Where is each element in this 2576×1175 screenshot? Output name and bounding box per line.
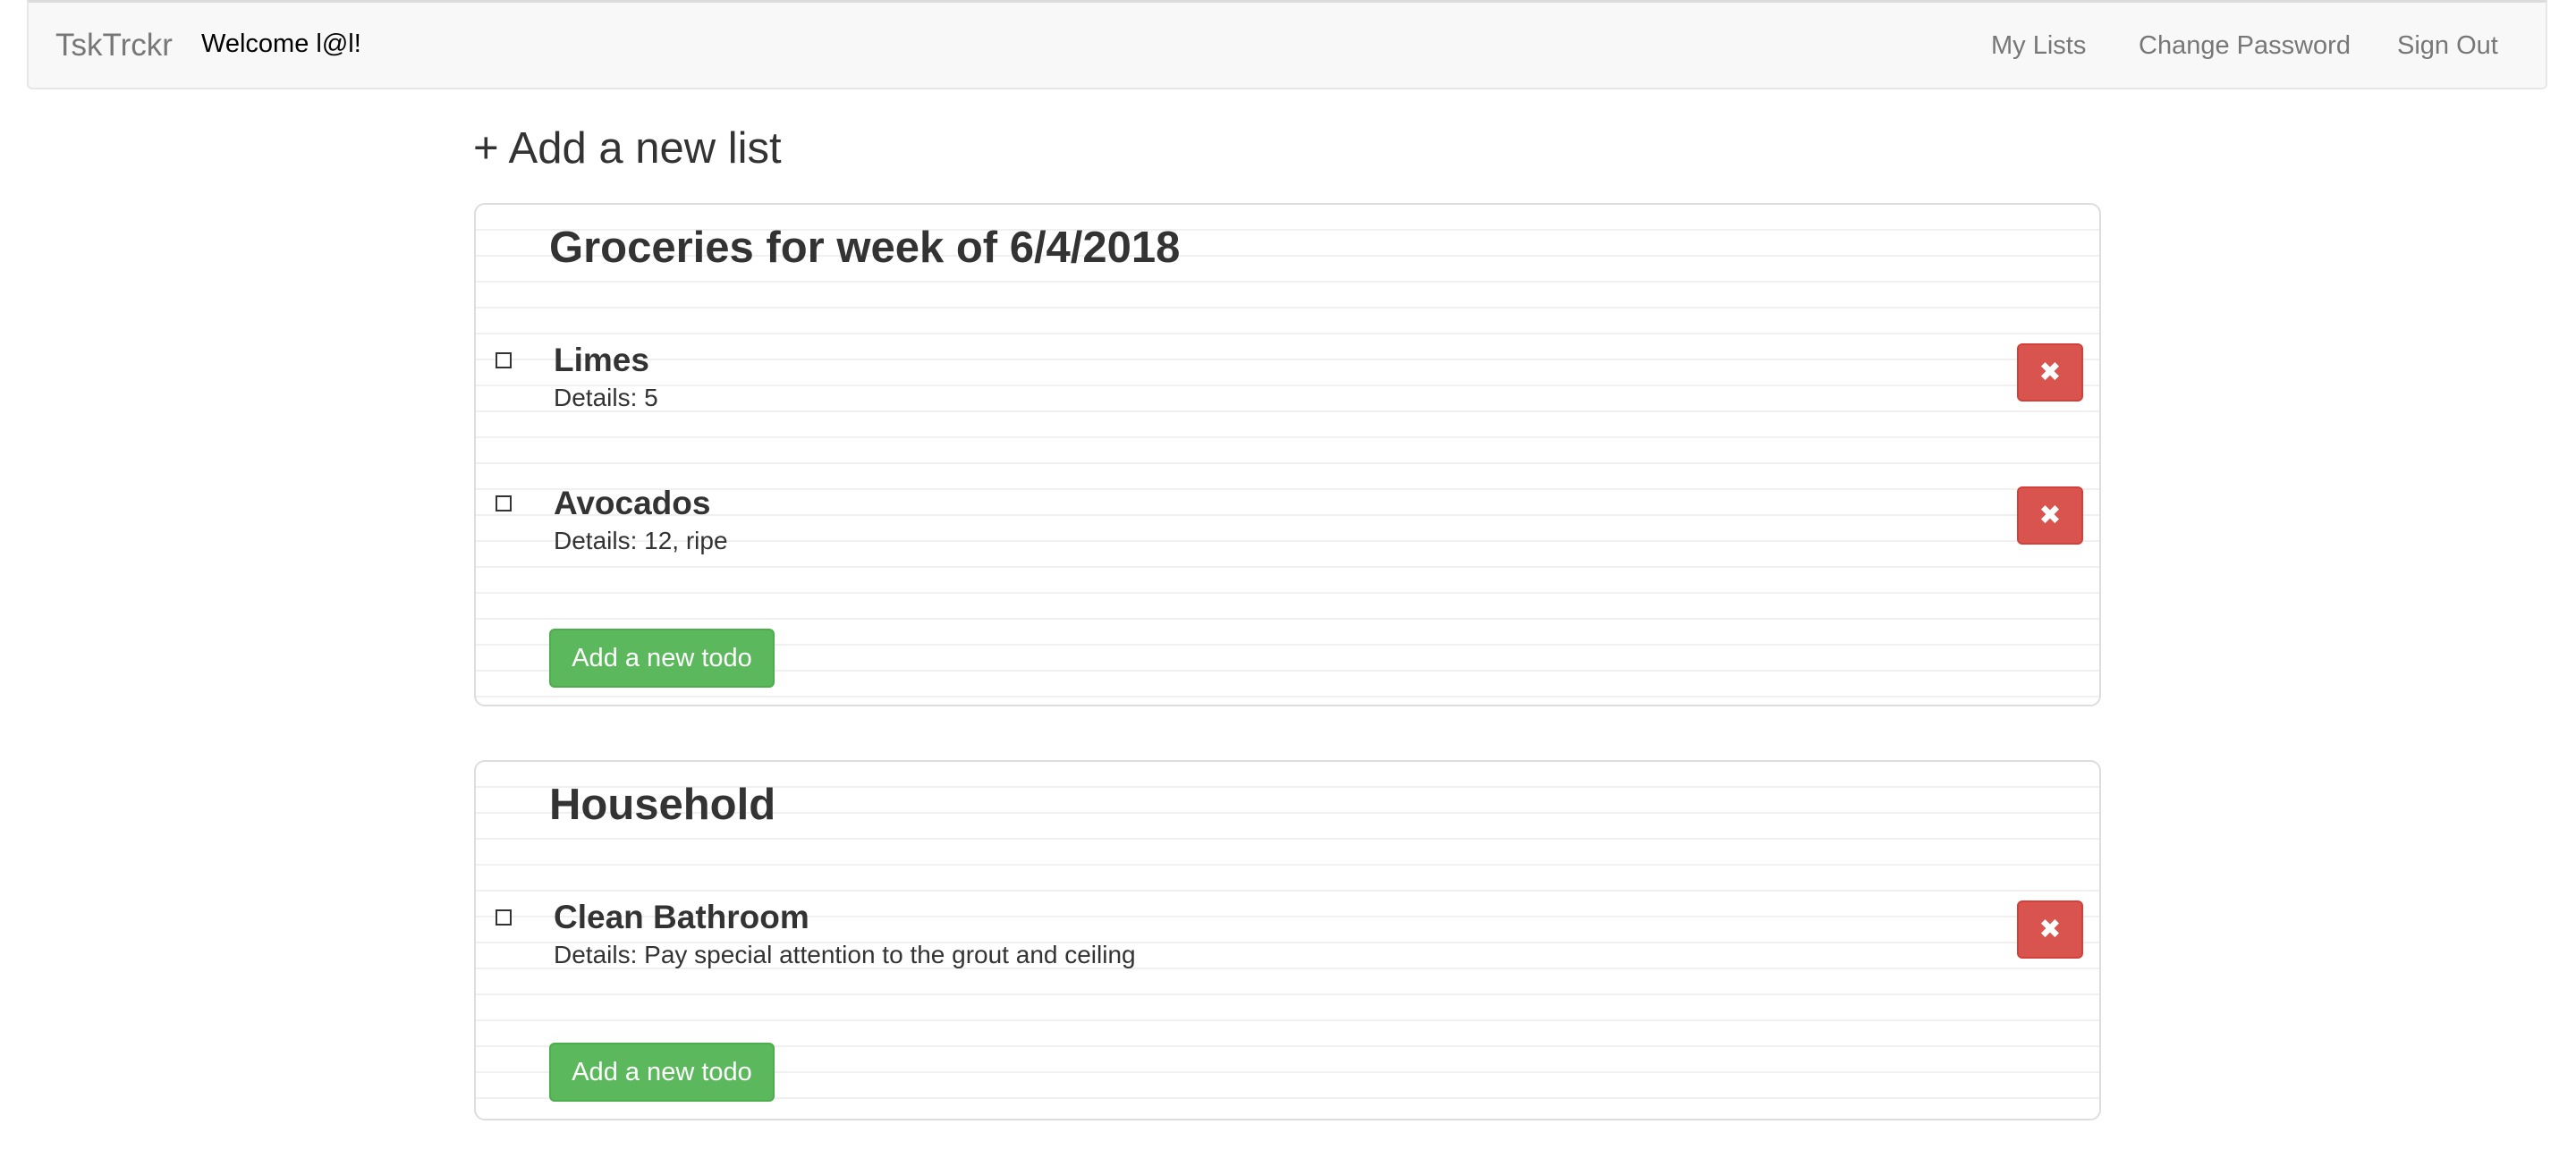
delete-todo-button[interactable]: ✖ [2017, 486, 2083, 545]
delete-todo-button[interactable]: ✖ [2017, 900, 2083, 959]
todo-details: Details: 12, ripe [554, 527, 728, 554]
navbar: TskTrckr Welcome l@l! My Lists Change Pa… [27, 0, 2547, 89]
todo-name: Clean Bathroom [554, 899, 809, 935]
add-list-link[interactable]: + Add a new list [473, 123, 782, 173]
close-icon: ✖ [2038, 915, 2062, 944]
add-todo-button[interactable]: Add a new todo [549, 629, 775, 688]
nav-sign-out[interactable]: Sign Out [2397, 31, 2498, 61]
todo-checkbox[interactable] [496, 909, 512, 926]
welcome-message: Welcome l@l! [201, 30, 361, 58]
close-icon: ✖ [2038, 501, 2062, 530]
list-panel: Groceries for week of 6/4/2018 Limes Det… [474, 203, 2101, 706]
todo-details: Details: Pay special attention to the gr… [554, 941, 1136, 968]
nav-my-lists[interactable]: My Lists [1991, 31, 2086, 61]
list-panel: Household Clean Bathroom Details: Pay sp… [474, 760, 2101, 1120]
list-title: Groceries for week of 6/4/2018 [549, 224, 1181, 272]
todo-name: Avocados [554, 485, 711, 521]
todo-details: Details: 5 [554, 384, 658, 411]
list-title: Household [549, 781, 776, 829]
delete-todo-button[interactable]: ✖ [2017, 343, 2083, 402]
close-icon: ✖ [2038, 358, 2062, 387]
brand-logo[interactable]: TskTrckr [55, 28, 173, 63]
todo-name: Limes [554, 342, 649, 378]
todo-checkbox[interactable] [496, 495, 512, 511]
todo-checkbox[interactable] [496, 352, 512, 368]
add-todo-button[interactable]: Add a new todo [549, 1043, 775, 1102]
nav-change-password[interactable]: Change Password [2139, 31, 2351, 61]
